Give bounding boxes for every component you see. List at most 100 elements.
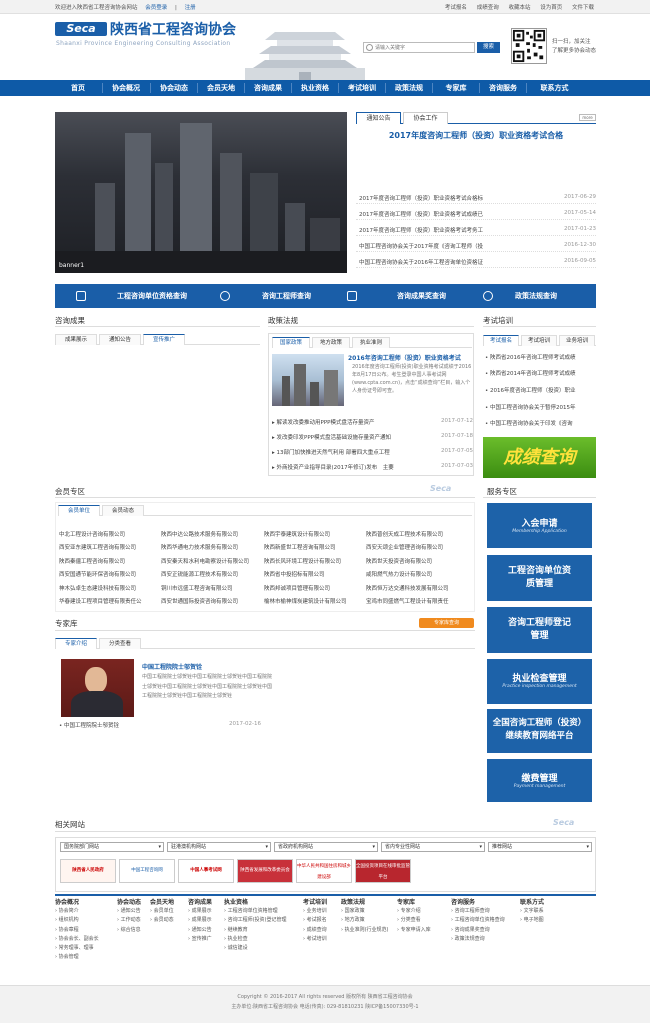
tab-association-work[interactable]: 协会工作: [403, 112, 448, 124]
footer-link[interactable]: › 考试培训: [303, 935, 327, 944]
list-item[interactable]: 西安正锐能源工程技术有限公司: [161, 570, 238, 578]
list-item[interactable]: 西安世通国际投资咨询有限公司: [161, 597, 238, 605]
site-title[interactable]: 陕西省工程咨询协会: [110, 19, 236, 39]
top-link-score-query[interactable]: 成绩查询: [477, 5, 499, 11]
list-item[interactable]: • 中国工程咨询协会关于印发《咨询: [485, 419, 573, 427]
nav-services[interactable]: 咨询服务: [480, 80, 526, 96]
footer-col-heading[interactable]: 协会概况: [55, 898, 99, 907]
tab-member-news[interactable]: 会员动态: [102, 505, 144, 516]
expert-query-button[interactable]: 专家库查询: [419, 618, 474, 628]
list-item[interactable]: • 陕西省2016年咨询工程师考试成绩: [485, 353, 576, 361]
footer-col-heading[interactable]: 咨询成果: [188, 898, 212, 907]
list-item[interactable]: 2017年度咨询工程师（投资）职业资格考试合格标 2017-06-29: [356, 194, 596, 204]
tab-member-units[interactable]: 会员单位: [58, 505, 100, 516]
list-item[interactable]: 中国工程咨询协会关于2016年工程咨询单位资格证 2016-09-05: [356, 258, 596, 268]
partner-logo-shaanxi-gov[interactable]: 陕西省人民政府: [60, 859, 116, 883]
top-link-download[interactable]: 文件下载: [572, 5, 594, 11]
footer-link[interactable]: › 地方政策: [341, 916, 389, 925]
list-item[interactable]: 西安天颂企业管理咨询有限公司: [366, 543, 443, 551]
footer-link[interactable]: › 宣传推广: [188, 935, 212, 944]
nav-qualification[interactable]: 执业资格: [292, 80, 338, 96]
nav-members[interactable]: 会员天地: [198, 80, 244, 96]
footer-link[interactable]: › 成果展示: [188, 916, 212, 925]
footer-link[interactable]: › 国家政策: [341, 907, 389, 916]
footer-col-heading[interactable]: 协会动态: [117, 898, 141, 907]
footer-link[interactable]: › 工作动态: [117, 916, 141, 925]
tab-results-promo[interactable]: 宣传推广: [143, 334, 185, 345]
tab-notice[interactable]: 通知公告: [356, 112, 401, 124]
footer-link[interactable]: › 咨询成果奖查询: [451, 926, 505, 935]
list-item[interactable]: 陕西恒万达交通科技发展有限公司: [366, 584, 449, 592]
policy-headline[interactable]: 2016年咨询工程师（投资）职业资格考试: [348, 353, 461, 362]
footer-link[interactable]: › 分类查看: [397, 916, 431, 925]
list-item[interactable]: 铜川市远盛工程咨询有限公司: [161, 584, 233, 592]
expert-name[interactable]: 中国工程院院士邬贺铨: [142, 662, 202, 671]
service-inspection[interactable]: 执业检查管理 Practice inspection management: [487, 659, 592, 704]
tab-business-training[interactable]: 业务培训: [559, 335, 595, 346]
list-item[interactable]: ▸ 外商投资产业指导目录(2017年修订)发布 主要: [272, 463, 394, 471]
nav-contact[interactable]: 联系方式: [527, 80, 582, 96]
banner-slideshow[interactable]: [55, 112, 347, 273]
search-button[interactable]: 搜索: [477, 42, 500, 53]
list-item[interactable]: 西安国通节能环保咨询有限公司: [59, 570, 136, 578]
list-item[interactable]: 陕西邦诚项目管理有限公司: [264, 584, 330, 592]
footer-link[interactable]: › 常务理事、理事: [55, 944, 99, 953]
footer-col-heading[interactable]: 专家库: [397, 898, 431, 907]
footer-link[interactable]: › 组织机构: [55, 916, 99, 925]
list-item[interactable]: 陕西普创天成工程技术有限公司: [366, 530, 443, 538]
footer-link[interactable]: › 协会会长、副会长: [55, 935, 99, 944]
search-input[interactable]: [375, 43, 473, 52]
list-item[interactable]: 陕西省中投招标有限公司: [264, 570, 325, 578]
footer-col-heading[interactable]: 咨询服务: [451, 898, 505, 907]
list-item[interactable]: 西安秦天和水利电勘察设计有限公司: [161, 557, 249, 565]
list-item[interactable]: 中国工程咨询协会关于2017年度《咨询工程师（投 2016-12-30: [356, 242, 596, 252]
footer-link[interactable]: › 综合信息: [117, 926, 141, 935]
footer-col-heading[interactable]: 执业资格: [224, 898, 287, 907]
nav-results[interactable]: 咨询成果: [245, 80, 291, 96]
score-query-banner-text[interactable]: 成绩查询: [483, 437, 596, 478]
footer-link[interactable]: › 咨询工程师(投资)登记管理: [224, 916, 287, 925]
list-item[interactable]: 神木弘卓生态建设科技有限公司: [59, 584, 136, 592]
footer-link[interactable]: › 协会章程: [55, 926, 99, 935]
notice-more-button[interactable]: more: [579, 114, 596, 121]
service-engineer-registration[interactable]: 咨询工程师登记管理: [487, 607, 592, 653]
footer-link[interactable]: › 专家申请入库: [397, 926, 431, 935]
service-membership[interactable]: 入会申请 Membership Application: [487, 503, 592, 548]
list-item[interactable]: ▸ 发改委印发PPP模式盘活基础设施存量资产通知: [272, 433, 391, 441]
list-item[interactable]: 陕西新盛世工程咨询有限公司: [264, 543, 336, 551]
list-item[interactable]: • 中国工程院院士邬贺铨: [59, 721, 119, 729]
top-link-homepage[interactable]: 设为首页: [540, 5, 562, 11]
footer-link[interactable]: › 工程咨询单位资格查询: [451, 916, 505, 925]
list-item[interactable]: 宝鸡市同盛燃气工程设计有限责任: [366, 597, 449, 605]
partner-logo-cpta[interactable]: 中国人事考试网: [178, 859, 234, 883]
tab-expert-category[interactable]: 分类查看: [99, 638, 141, 649]
footer-col-heading[interactable]: 联系方式: [520, 898, 544, 907]
list-item[interactable]: 2017年度咨询工程师（投资）职业资格考试成绩已 2017-05-14: [356, 210, 596, 220]
member-login-link[interactable]: 会员登录: [145, 5, 167, 11]
footer-link[interactable]: › 通知公告: [188, 926, 212, 935]
tab-local-policy[interactable]: 地方政策: [312, 337, 350, 348]
partner-logo-ndrc[interactable]: 陕西省发展和改革委员会: [237, 859, 293, 883]
service-continuing-education[interactable]: 全国咨询工程师（投资）继续教育网络平台: [487, 709, 592, 753]
footer-link[interactable]: › 协会管理: [55, 953, 99, 962]
top-link-exam-signup[interactable]: 考试报名: [445, 5, 467, 11]
footer-link[interactable]: › 执业准则(行业规范): [341, 926, 389, 935]
list-item[interactable]: 陕西秦疆工程咨询有限公司: [59, 557, 125, 565]
footer-link[interactable]: › 业务培训: [303, 907, 327, 916]
footer-link[interactable]: › 诚信建设: [224, 944, 287, 953]
register-link[interactable]: 注册: [185, 5, 196, 11]
list-item[interactable]: 陕西世天投资咨询有限公司: [366, 557, 432, 565]
footer-link[interactable]: › 继续教育: [224, 926, 287, 935]
footer-link[interactable]: › 会员单位: [150, 907, 174, 916]
footer-link[interactable]: › 文字联系: [520, 907, 544, 916]
nav-home[interactable]: 首页: [55, 80, 101, 96]
tab-expert-intro[interactable]: 专家介绍: [55, 638, 97, 649]
tab-results-show[interactable]: 成果展示: [55, 334, 97, 345]
footer-link[interactable]: › 通知公告: [117, 907, 141, 916]
nav-about[interactable]: 协会概况: [103, 80, 149, 96]
footer-link[interactable]: › 电子地图: [520, 916, 544, 925]
query-unit-qualification[interactable]: 工程咨询单位资格查询: [117, 284, 187, 308]
footer-link[interactable]: › 会员动态: [150, 916, 174, 925]
service-payment[interactable]: 缴费管理 Payment management: [487, 759, 592, 802]
nav-policy[interactable]: 政策法规: [386, 80, 432, 96]
